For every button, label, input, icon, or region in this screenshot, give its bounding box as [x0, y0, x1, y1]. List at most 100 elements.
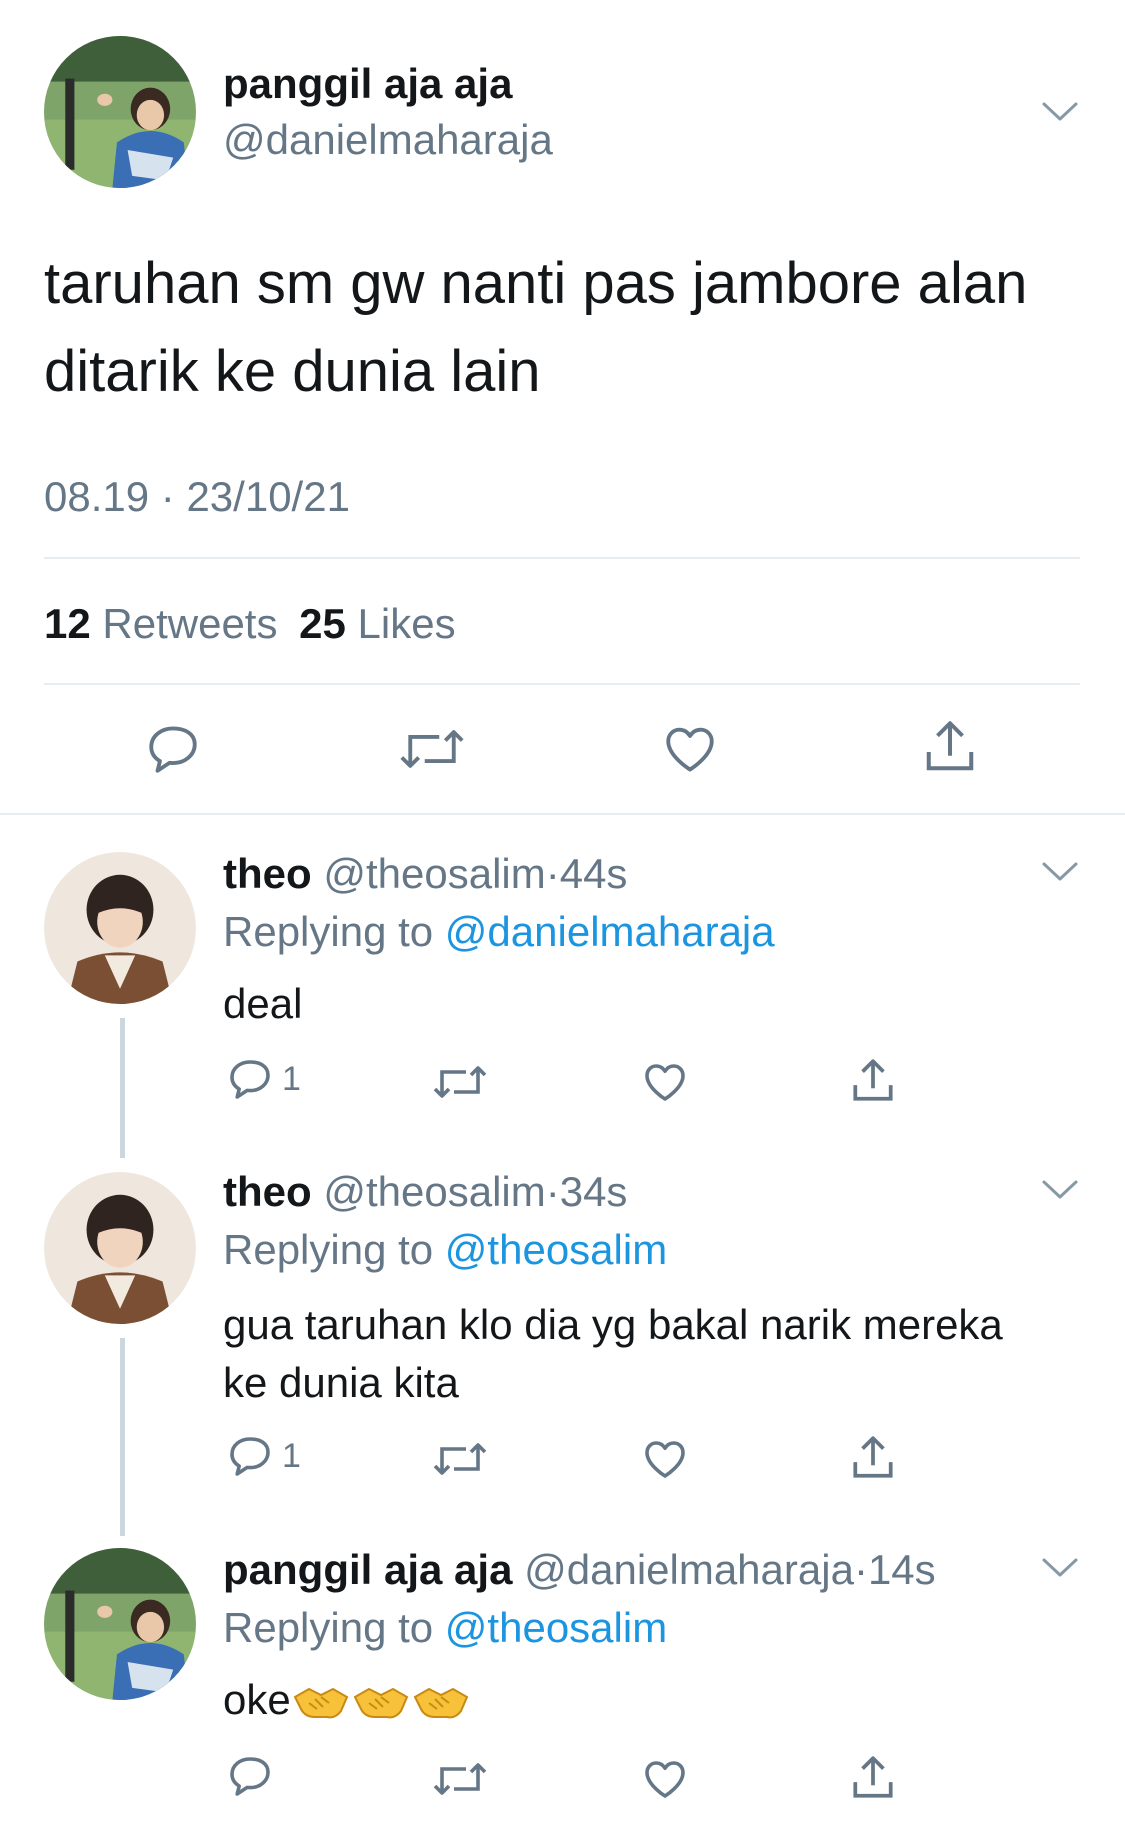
reply-2-dot: · [545, 1168, 560, 1215]
heart-icon [645, 1441, 685, 1478]
reply-1-share-button[interactable] [848, 1055, 898, 1107]
reply-icon [230, 1437, 270, 1476]
chevron-down-icon [1042, 1180, 1078, 1199]
reply-icon [230, 1757, 270, 1796]
retweet-icon [433, 1066, 487, 1098]
reply-2-text-line2: ke dunia kita [223, 1359, 459, 1406]
reply-2-handle[interactable]: @theosalim [323, 1168, 545, 1215]
reply-3-reply-button[interactable] [226, 1752, 274, 1800]
reply-3-handle[interactable]: @danielmaharaja [524, 1546, 854, 1593]
avatar-theosalim[interactable] [44, 852, 196, 1004]
thread-line [120, 1018, 125, 1158]
reply-3-menu[interactable] [1040, 1556, 1080, 1580]
retweets-stat[interactable]: 12 Retweets [44, 600, 289, 647]
replying-to-link[interactable]: @theosalim [445, 1604, 667, 1651]
reply-2-menu[interactable] [1040, 1178, 1080, 1202]
reply-3-display-name[interactable]: panggil aja aja [223, 1546, 512, 1593]
retweet-icon [400, 730, 464, 768]
reply-2-like-button[interactable] [640, 1435, 690, 1483]
reply-2-text: gua taruhan klo dia yg bakal narik merek… [223, 1296, 1003, 1412]
chevron-down-icon [1042, 862, 1078, 881]
share-icon [926, 721, 974, 771]
main-reply-button[interactable] [144, 720, 202, 778]
chevron-down-icon [1042, 1558, 1078, 1577]
replying-to-link[interactable]: @danielmaharaja [445, 908, 775, 955]
likes-count: 25 [299, 600, 346, 647]
reply-3-header: panggil aja aja @danielmaharaja·14s [223, 1546, 936, 1594]
reply-3-text-line1: oke [223, 1676, 291, 1723]
replying-to-link[interactable]: @theosalim [445, 1226, 667, 1273]
main-display-name[interactable]: panggil aja aja [223, 60, 512, 108]
main-like-button[interactable] [660, 720, 720, 778]
reply-2-display-name[interactable]: theo [223, 1168, 312, 1215]
reply-3-replying-to: Replying to @theosalim [223, 1604, 667, 1652]
reply-icon [230, 1060, 270, 1099]
avatar-danielmaharaja[interactable] [44, 1548, 196, 1700]
replying-to-label: Replying to [223, 908, 434, 955]
divider [44, 683, 1080, 685]
reply-1-like-button[interactable] [640, 1058, 690, 1106]
retweets-count: 12 [44, 600, 91, 647]
avatar-theosalim[interactable] [44, 1172, 196, 1324]
reply-2-share-button[interactable] [848, 1432, 898, 1484]
avatar-danielmaharaja[interactable] [44, 36, 196, 188]
main-tweet-time: 08.19 [44, 473, 150, 520]
share-icon [853, 1059, 893, 1101]
reply-1-display-name[interactable]: theo [223, 850, 312, 897]
retweets-label: Retweets [102, 600, 278, 647]
likes-label: Likes [357, 600, 456, 647]
reply-1-replying-to: Replying to @danielmaharaja [223, 908, 775, 956]
reply-3-text: oke [223, 1672, 471, 1728]
reply-1-reply-count: 1 [282, 1059, 301, 1098]
divider [44, 557, 1080, 559]
reply-3-time[interactable]: 14s [868, 1546, 936, 1593]
replying-to-label: Replying to [223, 1226, 434, 1273]
divider [0, 813, 1125, 815]
main-tweet-separator: · [160, 473, 175, 520]
reply-2-replying-to: Replying to @theosalim [223, 1226, 667, 1274]
reply-2-retweet-button[interactable] [432, 1435, 488, 1483]
reply-1-reply-button[interactable]: 1 [226, 1055, 301, 1103]
reply-1-dot: · [545, 850, 560, 897]
engagement-stats: 12 Retweets 25 Likes [44, 600, 456, 648]
main-tweet-timestamp[interactable]: 08.19 · 23/10/21 [44, 473, 350, 521]
heart-icon [645, 1064, 685, 1101]
handshake-emoji [411, 1681, 471, 1725]
reply-1-handle[interactable]: @theosalim [323, 850, 545, 897]
chevron-down-icon [1042, 102, 1078, 121]
main-tweet-text-line1: taruhan sm gw nanti pas jambore alan [44, 251, 1028, 316]
reply-3-retweet-button[interactable] [432, 1755, 488, 1803]
main-tweet-text-line2: ditarik ke dunia lain [44, 339, 541, 404]
heart-icon [666, 727, 714, 772]
reply-1-text: deal [223, 980, 303, 1027]
reply-2-text-line1: gua taruhan klo dia yg bakal narik merek… [223, 1301, 1003, 1348]
reply-3-share-button[interactable] [848, 1752, 898, 1804]
replying-to-label: Replying to [223, 1604, 434, 1651]
main-retweet-button[interactable] [398, 720, 466, 778]
heart-icon [645, 1761, 685, 1798]
handshake-emoji [351, 1681, 411, 1725]
retweet-icon [433, 1443, 487, 1475]
handshake-emoji [291, 1681, 351, 1725]
main-tweet-menu[interactable] [1040, 100, 1080, 124]
share-icon [853, 1756, 893, 1798]
thread-line [120, 1338, 125, 1536]
reply-3-dot: · [853, 1546, 868, 1593]
reply-1-retweet-button[interactable] [432, 1058, 488, 1106]
share-icon [853, 1436, 893, 1478]
reply-1-menu[interactable] [1040, 860, 1080, 884]
likes-stat[interactable]: 25 Likes [299, 600, 455, 647]
reply-1-header: theo @theosalim·44s [223, 850, 627, 898]
retweet-icon [433, 1763, 487, 1795]
main-share-button[interactable] [920, 716, 980, 778]
main-tweet-text: taruhan sm gw nanti pas jambore alan dit… [44, 240, 1027, 416]
main-handle[interactable]: @danielmaharaja [223, 116, 553, 164]
reply-3-like-button[interactable] [640, 1755, 690, 1803]
reply-1-time[interactable]: 44s [560, 850, 628, 897]
reply-2-time[interactable]: 34s [560, 1168, 628, 1215]
reply-2-header: theo @theosalim·34s [223, 1168, 627, 1216]
reply-2-reply-button[interactable]: 1 [226, 1432, 301, 1480]
main-tweet-date: 23/10/21 [186, 473, 350, 520]
reply-icon [149, 726, 197, 773]
reply-2-reply-count: 1 [282, 1436, 301, 1475]
